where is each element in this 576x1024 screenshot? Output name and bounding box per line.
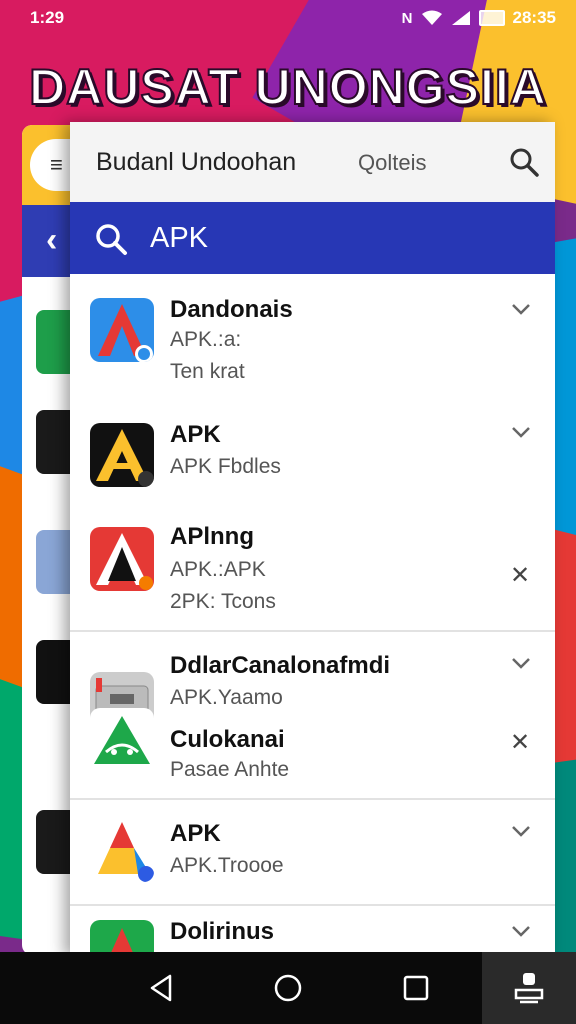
status-bar: 1:29 N 28:35 [0, 0, 576, 36]
item-subtitle: APK Fbdles [170, 455, 281, 478]
item-title: Dandonais [170, 296, 293, 323]
search-icon [96, 224, 127, 255]
yellow-a-black-icon [90, 423, 154, 487]
list-item[interactable]: Dolirinus [70, 906, 555, 957]
assistant-icon [514, 973, 544, 1004]
menu-icon: ≡ [50, 152, 63, 177]
item-detail: Ten krat [170, 360, 245, 383]
status-clock-right: 28:35 [512, 8, 556, 27]
green-android-icon [90, 708, 154, 772]
list-item[interactable]: Dandonais APK.:a: Ten krat [70, 274, 555, 403]
item-title: APK [170, 421, 221, 448]
item-subtitle: APK.Troooe [170, 854, 284, 877]
item-subtitle: APK.:APK [170, 558, 266, 581]
list-item[interactable]: DdlarCanalonafmdi APK.Yaamo Culokanai Pa… [70, 632, 555, 800]
signal-icon [451, 11, 470, 25]
red-a-white-icon [90, 527, 154, 591]
item-title: DdlarCanalonafmdi [170, 652, 391, 679]
status-time: 1:29 [30, 8, 65, 27]
item-title: APlnng [170, 523, 254, 550]
back-icon[interactable] [142, 968, 182, 1008]
wifi-icon [421, 10, 442, 25]
chevron-down-icon[interactable] [510, 302, 532, 316]
multicolor-a-icon [90, 818, 154, 882]
nfc-icon: N [401, 9, 413, 27]
chevron-down-icon[interactable] [510, 656, 532, 670]
chevron-down-icon[interactable] [510, 924, 532, 938]
list-item[interactable]: APK APK.Troooe [70, 800, 555, 906]
chevron-down-icon[interactable] [510, 824, 532, 838]
assistant-button[interactable] [482, 952, 576, 1024]
red-blue-a-icon [90, 298, 154, 362]
item-title: Dolirinus [170, 918, 275, 945]
item-subtitle: APK.Yaamo [170, 686, 283, 709]
close-icon[interactable]: ✕ [510, 561, 530, 590]
recents-icon[interactable] [396, 968, 436, 1008]
home-icon[interactable] [268, 968, 308, 1008]
item-title: Culokanai [170, 726, 285, 753]
search-bar[interactable]: APK [70, 202, 555, 274]
item-detail: 2PK: Tcons [170, 590, 276, 613]
back-chevron-icon[interactable]: ‹ [46, 221, 57, 260]
item-subtitle: Pasae Anhte [170, 758, 290, 781]
item-title: APK [170, 820, 221, 847]
close-icon[interactable]: ✕ [510, 728, 530, 757]
banner-heading: DAUSAT UNONGSIIA [28, 58, 547, 116]
search-icon[interactable] [508, 146, 540, 178]
panel-title: Budanl Undoohan [96, 148, 297, 176]
app-list-panel: Budanl Undoohan Qolteis APK Dandonais AP… [70, 122, 555, 957]
list-item[interactable]: APK APK Fbdles APlnng APK.:APK 2PK: Tcon… [70, 401, 555, 632]
search-input[interactable]: APK [150, 222, 208, 255]
battery-icon [478, 10, 505, 26]
filter-button[interactable]: Qolteis [358, 150, 426, 176]
panel-header: Budanl Undoohan Qolteis [70, 122, 555, 203]
item-subtitle: APK.:a: [170, 328, 242, 351]
chevron-down-icon[interactable] [510, 425, 532, 439]
navigation-bar [0, 952, 576, 1024]
